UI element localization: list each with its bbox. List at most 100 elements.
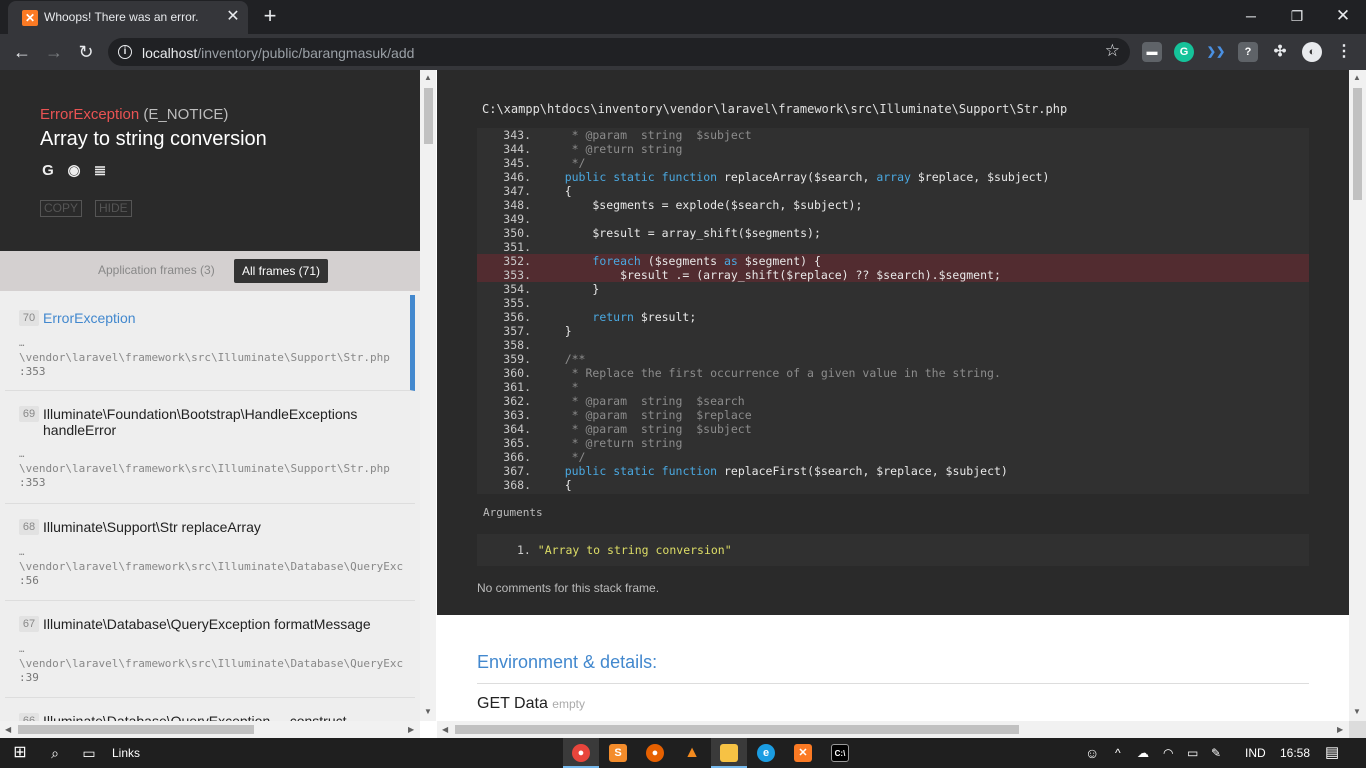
back-icon[interactable]: ←: [9, 39, 35, 65]
profile-avatar[interactable]: ◐: [1302, 42, 1322, 62]
application-frames-tab[interactable]: Application frames (3): [98, 263, 215, 277]
scrollbar-thumb[interactable]: [18, 725, 254, 734]
tray-chevron-icon[interactable]: ^: [1115, 738, 1121, 768]
restore-button[interactable]: ❐: [1274, 2, 1320, 30]
page: ErrorException (E_NOTICE) Array to strin…: [0, 70, 1366, 738]
scroll-right-icon[interactable]: ▶: [1337, 725, 1343, 734]
notifications-icon[interactable]: ▤: [1325, 738, 1339, 768]
taskbar-edge[interactable]: e: [748, 738, 784, 768]
frame-index: 68: [19, 519, 39, 535]
scroll-right-icon[interactable]: ▶: [408, 725, 414, 734]
code-source: {: [537, 478, 572, 492]
divider: [477, 683, 1309, 684]
grammarly-icon[interactable]: G: [1174, 42, 1194, 62]
scrollbar-thumb[interactable]: [455, 725, 1019, 734]
frame-item[interactable]: 67 Illuminate\Database\QueryException fo…: [5, 602, 415, 698]
taskbar-sublime[interactable]: S: [600, 738, 636, 768]
right-vertical-scrollbar[interactable]: ▲ ▼: [1349, 70, 1366, 721]
scroll-up-icon[interactable]: ▲: [424, 73, 432, 82]
scroll-down-icon[interactable]: ▼: [424, 707, 432, 716]
google-search-icon[interactable]: G: [40, 163, 56, 179]
code-file-path[interactable]: C:\xampp\htdocs\inventory\vendor\laravel…: [482, 102, 1067, 116]
language-indicator[interactable]: IND: [1245, 738, 1266, 768]
code-line: 343. * @param string $subject: [477, 128, 1309, 142]
hide-button[interactable]: HIDE: [95, 200, 132, 217]
frame-line: :56: [19, 574, 39, 587]
right-horizontal-scrollbar[interactable]: ◀ ▶: [437, 721, 1349, 738]
left-horizontal-scrollbar[interactable]: ◀ ▶: [0, 721, 420, 738]
frame-class: Illuminate\Support\Str replaceArray: [43, 519, 261, 535]
firefox-icon: ●: [646, 744, 664, 762]
frame-item[interactable]: 70 ErrorException … \vendor\laravel\fram…: [5, 295, 415, 391]
scroll-up-icon[interactable]: ▲: [1353, 73, 1361, 82]
taskbar-cmd[interactable]: C:\: [822, 738, 858, 768]
line-number: 357.: [503, 324, 531, 338]
code-source: * @param string $subject: [537, 128, 752, 142]
browser-tab[interactable]: ✕ Whoops! There was an error. ✕: [8, 1, 248, 34]
onedrive-icon[interactable]: ☁: [1137, 738, 1149, 768]
extensions-puzzle-icon[interactable]: ✣: [1270, 42, 1290, 62]
task-view-icon[interactable]: ▭: [78, 738, 100, 768]
duckduckgo-search-icon[interactable]: ◉: [66, 163, 82, 179]
close-window-button[interactable]: ✕: [1320, 2, 1366, 30]
code-line: 348. $segments = explode($search, $subje…: [477, 198, 1309, 212]
code-source: * Replace the first occurrence of a give…: [537, 366, 1001, 380]
line-number: 362.: [503, 394, 531, 408]
info-icon[interactable]: i: [118, 45, 132, 59]
search-icon[interactable]: ⌕: [44, 738, 66, 768]
address-bar[interactable]: i localhost/inventory/public/barangmasuk…: [108, 38, 1130, 66]
people-icon[interactable]: ☺: [1085, 738, 1099, 768]
code-line: 355.: [477, 296, 1309, 310]
copy-button[interactable]: COPY: [40, 200, 83, 217]
code-line: 362. * @param string $search: [477, 394, 1309, 408]
code-source: *: [537, 380, 579, 394]
scrollbar-thumb[interactable]: [424, 88, 433, 144]
environment-title: Environment & details:: [477, 652, 658, 672]
forward-icon[interactable]: →: [41, 39, 67, 65]
code-source: * @return string: [537, 142, 683, 156]
stackoverflow-search-icon[interactable]: ≣: [92, 163, 108, 179]
menu-kebab-icon[interactable]: ⋮: [1334, 42, 1354, 62]
reload-icon[interactable]: ↻: [73, 39, 99, 65]
tab-bar: ✕ Whoops! There was an error. ✕ + ─ ❐ ✕: [0, 0, 1366, 34]
scroll-down-icon[interactable]: ▼: [1353, 707, 1361, 716]
taskbar-file-explorer[interactable]: [711, 738, 747, 768]
windows-start-icon[interactable]: ⊞: [8, 738, 32, 768]
bookmark-star-icon[interactable]: ☆: [1105, 41, 1120, 61]
clock[interactable]: 16:58: [1280, 738, 1310, 768]
scroll-left-icon[interactable]: ◀: [442, 725, 448, 734]
wifi-icon[interactable]: ◠: [1163, 738, 1173, 768]
taskbar-xampp[interactable]: ✕: [785, 738, 821, 768]
close-tab-icon[interactable]: ✕: [224, 8, 242, 26]
tab-title: Whoops! There was an error.: [44, 10, 199, 24]
taskbar: ⊞ ⌕ ▭ Links ● S ● ▲ e ✕ C:\ ☺ ^ ☁ ◠ ▭ ✎ …: [0, 738, 1366, 768]
left-vertical-scrollbar[interactable]: ▲ ▼: [420, 70, 436, 721]
battery-icon[interactable]: ▭: [1187, 738, 1198, 768]
pen-icon[interactable]: ✎: [1211, 738, 1221, 768]
folder-icon: [720, 744, 738, 762]
scrollbar-thumb[interactable]: [1353, 88, 1362, 200]
frame-item[interactable]: 68 Illuminate\Support\Str replaceArray ……: [5, 505, 415, 601]
all-frames-tab[interactable]: All frames (71): [234, 259, 329, 283]
scroll-left-icon[interactable]: ◀: [5, 725, 11, 734]
exception-message: Array to string conversion: [40, 128, 267, 150]
new-tab-button[interactable]: +: [258, 5, 282, 29]
links-toolbar-label[interactable]: Links: [112, 738, 140, 768]
code-source: * @return string: [537, 436, 683, 450]
taskbar-chrome[interactable]: ●: [563, 738, 599, 768]
command-prompt-icon: C:\: [831, 744, 849, 762]
shield-extension-icon[interactable]: ?: [1238, 42, 1258, 62]
code-line: 361. *: [477, 380, 1309, 394]
code-source: foreach ($segments as $segment) {: [592, 254, 821, 268]
extension-chat-icon[interactable]: ▬: [1142, 42, 1162, 62]
read-aloud-icon[interactable]: ❯❯: [1206, 42, 1226, 62]
taskbar-firefox[interactable]: ●: [637, 738, 673, 768]
frame-class: Illuminate\Database\QueryException __con…: [43, 713, 347, 721]
line-number: 365.: [503, 436, 531, 450]
minimize-button[interactable]: ─: [1228, 2, 1274, 30]
line-number: 360.: [503, 366, 531, 380]
taskbar-vlc[interactable]: ▲: [674, 738, 710, 768]
url-text[interactable]: localhost/inventory/public/barangmasuk/a…: [142, 45, 414, 61]
frame-item[interactable]: 66 Illuminate\Database\QueryException __…: [5, 699, 415, 721]
frame-item[interactable]: 69 Illuminate\Foundation\Bootstrap\Handl…: [5, 392, 415, 504]
